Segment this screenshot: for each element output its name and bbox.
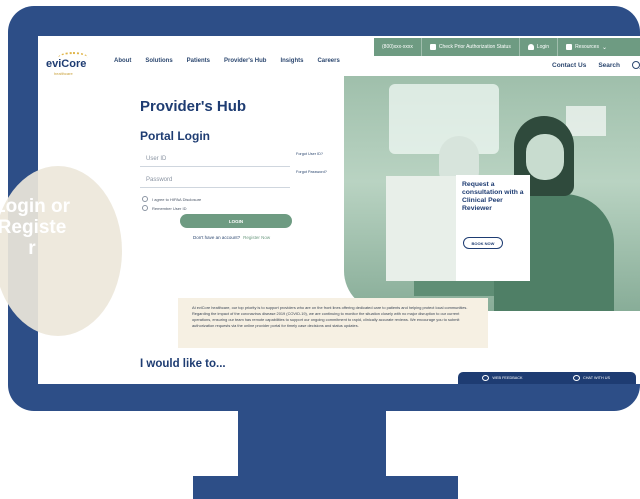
checkbox-circle: [142, 196, 148, 202]
screen: (800)xxx-xxxx Check Prior Authorization …: [38, 36, 640, 384]
login-register-label: Login or Register: [0, 196, 70, 259]
monitor-neck: [238, 411, 386, 476]
phone-number[interactable]: (800)xxx-xxxx: [374, 38, 422, 56]
feedback-icon: [482, 375, 490, 381]
nav-patients[interactable]: Patients: [187, 58, 210, 64]
bottom-bar: WEB FEEDBACK CHAT WITH US: [458, 372, 636, 384]
resources-menu[interactable]: Resources ⌄: [558, 38, 615, 56]
hero-board: [566, 106, 606, 136]
clipboard-image: [386, 176, 456, 281]
chat-icon: [572, 375, 580, 381]
document-icon: [566, 44, 573, 50]
nurse-face: [526, 134, 564, 180]
hipaa-checkbox[interactable]: I agree to HIPAA Disclosure: [142, 196, 201, 202]
logo-sub: healthcare: [54, 71, 73, 76]
main-nav: About Solutions Patients Provider's Hub …: [114, 58, 340, 64]
chat-button[interactable]: CHAT WITH US: [547, 375, 636, 381]
nav-about[interactable]: About: [114, 58, 131, 64]
nav-right: Contact Us Search: [552, 61, 640, 69]
chevron-down-icon: ⌄: [601, 44, 607, 51]
covid-notice: At eviCore healthcare, our top priority …: [178, 298, 488, 348]
user-icon: [527, 44, 534, 50]
remember-checkbox[interactable]: Remember User ID: [142, 205, 186, 211]
check-status-text: Check Prior Authorization Status: [438, 44, 511, 50]
no-account-label: Don't have an account?: [193, 235, 241, 240]
i-would-like-heading: I would like to...: [140, 358, 226, 370]
forgot-password-link[interactable]: Forgot Password?: [296, 170, 336, 175]
resources-text: Resources: [575, 44, 599, 50]
chat-label: CHAT WITH US: [582, 376, 611, 380]
register-now-link[interactable]: Register Now: [243, 235, 270, 240]
user-id-field[interactable]: User ID: [140, 154, 290, 167]
utility-bar: (800)xxx-xxxx Check Prior Authorization …: [374, 38, 640, 56]
login-text: Login: [536, 44, 550, 50]
notice-text: At eviCore healthcare, our top priority …: [192, 305, 468, 328]
clipboard-icon: [429, 44, 436, 50]
nav-providers-hub[interactable]: Provider's Hub: [224, 58, 266, 64]
consultation-text: Request a consultation with a Clinical P…: [462, 181, 524, 212]
phone-text: (800)xxx-xxxx: [382, 44, 413, 50]
contact-us-link[interactable]: Contact Us: [552, 62, 586, 69]
hipaa-label: I agree to HIPAA Disclosure: [152, 196, 202, 202]
web-feedback-button[interactable]: WEB FEEDBACK: [458, 375, 547, 381]
search-icon[interactable]: [632, 61, 640, 69]
check-status-link[interactable]: Check Prior Authorization Status: [422, 38, 520, 56]
nav-careers[interactable]: Careers: [317, 58, 339, 64]
no-account-text: Don't have an account? Register Now: [193, 235, 270, 240]
portal-login-title: Portal Login: [140, 129, 210, 143]
nav-solutions[interactable]: Solutions: [145, 58, 172, 64]
user-id-placeholder: User ID: [146, 156, 167, 162]
nav-insights[interactable]: Insights: [280, 58, 303, 64]
password-placeholder: Password: [146, 177, 173, 183]
logo-word: eviCore: [46, 58, 87, 70]
remember-label: Remember User ID: [152, 205, 187, 211]
monitor-base: [193, 476, 458, 499]
book-now-button[interactable]: BOOK NOW: [463, 237, 503, 249]
password-field[interactable]: Password: [140, 175, 290, 188]
login-link[interactable]: Login: [520, 38, 559, 56]
login-button[interactable]: LOGIN: [180, 214, 292, 228]
feedback-label: WEB FEEDBACK: [492, 376, 523, 380]
checkbox-circle: [142, 205, 148, 211]
forgot-user-id-link[interactable]: Forgot User ID?: [296, 152, 336, 157]
logo[interactable]: eviCore healthcare: [44, 50, 96, 80]
consultation-card: Request a consultation with a Clinical P…: [456, 175, 530, 281]
search-link[interactable]: Search: [598, 62, 620, 69]
page-title: Provider's Hub: [140, 98, 247, 115]
